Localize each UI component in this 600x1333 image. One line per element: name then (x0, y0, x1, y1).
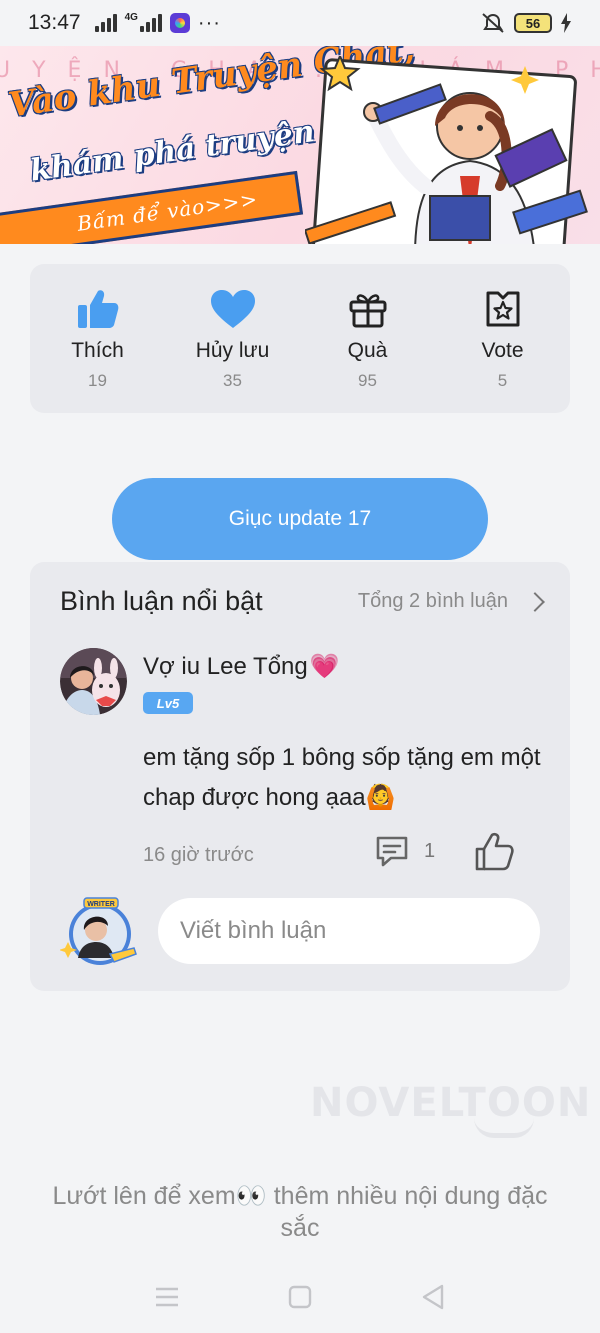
like-comment-icon[interactable] (474, 832, 514, 872)
gift-stat[interactable]: Quà 95 (300, 287, 435, 391)
comments-title: Bình luận nổi bật (60, 586, 263, 616)
featured-comments-card: Bình luận nổi bật Tổng 2 bình luận Vợ iu… (30, 562, 570, 991)
charging-icon (561, 13, 571, 33)
banner-illustration (305, 56, 588, 244)
all-comments-link[interactable]: Tổng 2 bình luận (357, 590, 545, 613)
status-right: 56 (480, 12, 572, 34)
vote-stat[interactable]: Vote 5 (435, 287, 570, 391)
story-stats-card: Thích 19 Hủy lưu 35 Quà 95 Vote 5 (30, 264, 570, 413)
back-triangle-icon (423, 1284, 444, 1309)
status-time: 13:47 (28, 11, 81, 34)
comment-username-text: Vợ iu Lee Tổng (143, 652, 308, 680)
comments-header: Bình luận nổi bật Tổng 2 bình luận (60, 586, 545, 617)
comment-bubble-icon (376, 836, 408, 867)
app-notification-icon (169, 13, 190, 33)
comment-username[interactable]: Vợ iu Lee Tổng 💗 (143, 652, 340, 681)
gift-label: Quà (347, 338, 388, 362)
noveltoon-watermark: NOVELTOON (310, 1080, 592, 1126)
unsave-stat[interactable]: Hủy lưu 35 (165, 287, 300, 391)
like-stat[interactable]: Thích 19 (30, 287, 165, 391)
urge-update-button[interactable]: Giục update 17 (112, 478, 488, 560)
signal-icon (94, 14, 117, 32)
comment-input[interactable] (158, 898, 540, 964)
status-icons: 4G ··· (94, 11, 221, 35)
level-badge: Lv5 (143, 692, 193, 714)
unsave-label: Hủy lưu (195, 338, 270, 362)
status-bar: 13:47 4G ··· 56 (0, 0, 600, 46)
back-button[interactable] (413, 1277, 453, 1317)
reply-count: 1 (424, 839, 436, 862)
chevron-right-icon (525, 591, 545, 612)
gift-count: 95 (358, 370, 377, 390)
battery-icon: 56 (514, 13, 552, 33)
heart-emoji: 💗 (309, 653, 340, 680)
write-comment-row: WRITER (60, 896, 540, 968)
signal-icon-2 (139, 14, 162, 32)
more-notifications-icon: ··· (197, 11, 221, 34)
comment-text[interactable]: em tặng sốp 1 bông sốp tặng em một chap … (143, 738, 563, 818)
thumbs-up-icon (76, 287, 120, 331)
vote-badge-icon (484, 287, 522, 331)
vote-count: 5 (497, 370, 508, 390)
comments-total-label: Tổng 2 bình luận (357, 590, 508, 612)
square-icon (288, 1285, 312, 1308)
menu-icon (155, 1287, 178, 1306)
heart-icon (210, 287, 256, 331)
comment-time: 16 giờ trước (143, 844, 254, 866)
vote-label: Vote (481, 338, 524, 362)
system-nav-bar (0, 1260, 600, 1333)
like-label: Thích (71, 338, 124, 362)
network-type: 4G (124, 11, 138, 23)
my-avatar[interactable]: WRITER (60, 896, 140, 968)
writer-badge-text: WRITER (87, 901, 115, 908)
avatar[interactable] (60, 648, 127, 715)
like-count: 19 (88, 370, 107, 390)
swipe-hint: Lướt lên để xem👀 thêm nhiều nội dung đặc… (52, 1182, 548, 1242)
reply-button[interactable]: 1 (374, 834, 435, 868)
chat-stories-banner[interactable]: UYỆN CHAT. KHÁM PHÁ Vào khu Truyện Chat,… (0, 46, 600, 244)
mute-bell-icon (482, 13, 504, 33)
recent-apps-button[interactable] (147, 1277, 187, 1317)
unsave-count: 35 (223, 370, 242, 390)
home-button[interactable] (280, 1277, 320, 1317)
gift-icon (348, 287, 388, 331)
